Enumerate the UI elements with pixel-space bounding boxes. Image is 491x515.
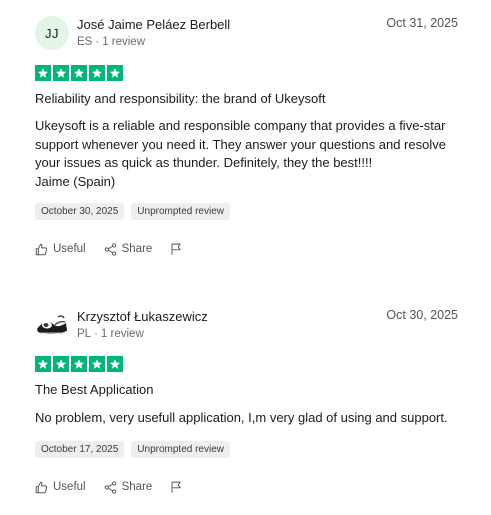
thumbs-up-icon xyxy=(35,481,48,493)
reviewer-meta: ES · 1 review xyxy=(77,36,145,48)
star-icon xyxy=(35,356,51,372)
unprompted-review-badge[interactable]: Unprompted review xyxy=(131,441,230,458)
reviewer-country: ES xyxy=(77,36,93,48)
meta-separator: · xyxy=(94,328,98,340)
review-tags: October 30, 2025 Unprompted review xyxy=(35,203,230,220)
star-icon xyxy=(35,65,51,81)
unprompted-review-badge[interactable]: Unprompted review xyxy=(131,203,230,220)
star-rating xyxy=(35,356,123,372)
star-rating xyxy=(35,65,123,81)
review-title[interactable]: The Best Application xyxy=(35,382,154,397)
review-title[interactable]: Reliability and responsibility: the bran… xyxy=(35,91,325,106)
reviewer-meta: PL · 1 review xyxy=(77,328,144,340)
review-body: Ukeysoft is a reliable and responsible c… xyxy=(35,117,475,191)
share-icon xyxy=(104,480,116,494)
review-date: Oct 30, 2025 xyxy=(386,308,458,322)
avatar[interactable] xyxy=(35,307,69,341)
reviewer-name[interactable]: Krzysztof Łukaszewicz xyxy=(77,309,208,324)
review-body-line: your issues as quick as thunder. Definit… xyxy=(35,155,373,170)
reviewer-review-count: 1 review xyxy=(102,36,146,48)
reviewer-review-count: 1 review xyxy=(100,328,144,340)
star-icon xyxy=(71,65,87,81)
star-icon xyxy=(71,356,87,372)
review-body-line: Ukeysoft is a reliable and responsible c… xyxy=(35,118,446,133)
review-body-line: Jaime (Spain) xyxy=(35,173,116,189)
meta-separator: · xyxy=(95,36,100,48)
experience-date-badge: October 30, 2025 xyxy=(35,203,125,220)
flag-icon xyxy=(171,243,181,255)
flag-button[interactable] xyxy=(170,480,183,494)
reviewer-country: PL xyxy=(77,328,92,340)
reviewer-name[interactable]: José Jaime Peláez Berbell xyxy=(77,17,230,32)
useful-label: Useful xyxy=(53,243,86,255)
useful-button[interactable]: Useful xyxy=(35,243,86,256)
star-icon xyxy=(53,356,69,372)
avatar[interactable]: JJ xyxy=(35,16,69,50)
star-icon xyxy=(107,356,123,372)
star-icon xyxy=(107,65,123,81)
review-date: Oct 31, 2025 xyxy=(386,16,458,30)
user-photo-icon xyxy=(35,307,69,341)
flag-button[interactable] xyxy=(170,242,183,256)
thumbs-up-icon xyxy=(35,243,48,255)
review-actions: Useful Share xyxy=(35,480,183,494)
review-body: No problem, very usefull application, I,… xyxy=(35,409,475,428)
share-button[interactable]: Share xyxy=(104,480,153,494)
share-button[interactable]: Share xyxy=(104,242,153,256)
experience-date-badge: October 17, 2025 xyxy=(35,441,125,458)
share-label: Share xyxy=(121,481,153,493)
review-actions: Useful Share xyxy=(35,242,183,256)
review-tags: October 17, 2025 Unprompted review xyxy=(35,441,230,458)
share-label: Share xyxy=(121,243,153,255)
review-body-line: support whenever you need it. They answe… xyxy=(35,136,446,152)
flag-icon xyxy=(171,481,181,493)
useful-button[interactable]: Useful xyxy=(35,481,86,494)
star-icon xyxy=(53,65,69,81)
star-icon xyxy=(89,356,105,372)
useful-label: Useful xyxy=(53,481,86,493)
star-icon xyxy=(89,65,105,81)
share-icon xyxy=(104,242,116,256)
review-body-line: No problem, very usefull application, I,… xyxy=(35,410,448,425)
